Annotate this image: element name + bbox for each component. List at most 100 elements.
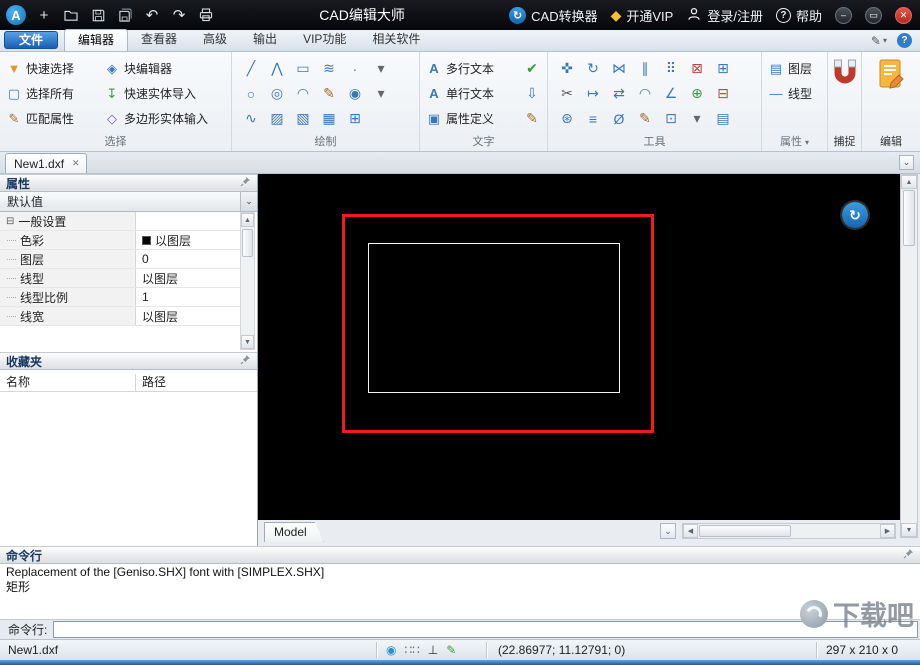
quick-select-button[interactable]: ▼ 快速选择 [6, 56, 100, 81]
tab-advanced[interactable]: 高级 [190, 29, 240, 51]
circle-icon[interactable]: ○ [238, 82, 264, 106]
print-button[interactable] [197, 6, 215, 24]
snap-button[interactable]: 捕捉 [828, 52, 862, 151]
attribute-edit-icon[interactable]: ✎ [521, 107, 543, 131]
snap-toggle[interactable]: ◉ [386, 643, 396, 657]
table-icon[interactable]: ⊞ [342, 107, 368, 131]
close-button[interactable]: ✕ [895, 6, 912, 24]
drawing-canvas[interactable]: ↻ [258, 174, 900, 520]
polyline-icon[interactable]: ⋀ [264, 57, 290, 81]
layers-button[interactable]: ▤ 图层 [768, 56, 823, 81]
pin-icon[interactable] [903, 548, 914, 562]
match-properties-button[interactable]: ✎ 匹配属性 [6, 106, 100, 131]
scroll-down-button[interactable]: ▼ [901, 523, 917, 537]
erase-icon[interactable]: ⊠ [684, 57, 710, 81]
redo-button[interactable]: ↷ [170, 6, 188, 24]
explode-icon[interactable]: ⊛ [554, 107, 580, 131]
quick-entity-import-button[interactable]: ↧ 快速实体导入 [104, 81, 208, 106]
trim-icon[interactable]: ✂ [554, 82, 580, 106]
join-icon[interactable]: ⊕ [684, 82, 710, 106]
circle-more-icon[interactable]: ▾ [368, 82, 394, 106]
open-vip-button[interactable]: ◆ 开通VIP [611, 6, 674, 25]
move-icon[interactable]: ✜ [554, 57, 580, 81]
tab-editor[interactable]: 编辑器 [64, 29, 129, 51]
help-button[interactable]: ? 帮助 [775, 6, 822, 25]
polyline-edit-icon[interactable]: ✎ [632, 107, 658, 131]
minimize-button[interactable]: – [835, 6, 852, 24]
tab-output[interactable]: 输出 [240, 29, 290, 51]
login-register-button[interactable]: 登录/注册 [686, 6, 763, 25]
ortho-toggle[interactable]: ⊥ [428, 643, 438, 657]
save-all-button[interactable] [116, 6, 134, 24]
donut-icon[interactable]: ◉ [342, 82, 368, 106]
tools-more-icon[interactable]: ▾ [684, 107, 710, 131]
copy-icon[interactable]: ⊞ [710, 57, 736, 81]
horizontal-scroll-thumb[interactable] [699, 525, 791, 537]
property-grid-scrollbar[interactable]: ▲ ▼ [240, 212, 255, 350]
point-icon[interactable]: ∙ [342, 57, 368, 81]
attribute-define-button[interactable]: ▣ 属性定义 [426, 110, 494, 127]
grid-toggle[interactable]: ∷∷ [404, 643, 419, 657]
edit-button[interactable]: 编辑 [862, 52, 920, 151]
layers-tool-icon[interactable]: ▤ [710, 107, 736, 131]
cad-converter-button[interactable]: ↻ CAD转换器 [509, 6, 598, 25]
general-settings-group[interactable]: ⊟ 一般设置 [0, 212, 136, 230]
tab-related-software[interactable]: 相关软件 [359, 29, 433, 51]
group-label-properties[interactable]: 属性 ▾ [762, 133, 827, 149]
document-tab[interactable]: New1.dxf ✕ [5, 153, 87, 173]
quick-customize-icon[interactable]: ✎ ▾ [871, 34, 887, 48]
spellcheck-icon[interactable]: ✔ [521, 57, 543, 81]
osnap-toggle[interactable]: ✎ [446, 643, 456, 657]
undo-button[interactable]: ↶ [143, 6, 161, 24]
rotate-icon[interactable]: ↻ [580, 57, 606, 81]
hatch-icon[interactable]: ▨ [264, 107, 290, 131]
chamfer-icon[interactable]: ∠ [658, 82, 684, 106]
multiline-icon[interactable]: ≋ [316, 57, 342, 81]
save-button[interactable] [89, 6, 107, 24]
favorites-path-column[interactable]: 路径 [136, 374, 166, 391]
scroll-up-button[interactable]: ▲ [901, 175, 917, 189]
model-tab[interactable]: Model [264, 522, 324, 542]
array-icon[interactable]: ⠿ [658, 57, 684, 81]
spline-icon[interactable]: ∿ [238, 107, 264, 131]
scroll-down-button[interactable]: ▼ [241, 335, 254, 349]
tab-list-chevron-icon[interactable]: ⌄ [899, 155, 914, 170]
fillet-icon[interactable]: ◠ [632, 82, 658, 106]
mirror-icon[interactable]: ⋈ [606, 57, 632, 81]
mtext-button[interactable]: A 多行文本 [426, 60, 494, 77]
rectangle-icon[interactable]: ▭ [290, 57, 316, 81]
canvas-horizontal-scrollbar[interactable]: ◀ ▶ [682, 523, 896, 539]
block-editor-button[interactable]: ◈ 块编辑器 [104, 56, 208, 81]
ellipse-icon[interactable]: ◎ [264, 82, 290, 106]
extend-icon[interactable]: ↦ [580, 82, 606, 106]
scale-icon[interactable]: ⊡ [658, 107, 684, 131]
text-style-icon[interactable]: ⇩ [521, 82, 543, 106]
collapse-icon[interactable]: ⊟ [6, 216, 14, 227]
boundary-icon[interactable]: ▦ [316, 107, 342, 131]
file-menu-button[interactable]: 文件 [4, 31, 58, 49]
color-value[interactable]: 以图层 [136, 231, 241, 249]
ribbon-help-icon[interactable]: ? [897, 33, 912, 48]
vertical-scroll-thumb[interactable] [903, 190, 915, 246]
command-input[interactable] [53, 621, 918, 638]
gradient-icon[interactable]: ▧ [290, 107, 316, 131]
lineweight-value[interactable]: 以图层 [136, 307, 241, 325]
tab-viewer[interactable]: 查看器 [128, 29, 190, 51]
open-file-button[interactable] [62, 6, 80, 24]
polygon-entity-input-button[interactable]: ◇ 多边形实体输入 [104, 106, 208, 131]
linetype-button[interactable]: ― 线型 [768, 81, 823, 106]
single-text-button[interactable]: A 单行文本 [426, 85, 494, 102]
arc-icon[interactable]: ◠ [290, 82, 316, 106]
tab-vip-features[interactable]: VIP功能 [290, 29, 359, 51]
sketch-icon[interactable]: ✎ [316, 82, 342, 106]
maximize-button[interactable]: ▭ [865, 6, 882, 24]
scroll-right-button[interactable]: ▶ [880, 524, 895, 538]
pin-icon[interactable] [240, 354, 251, 368]
chevron-down-icon[interactable]: ⌄ [240, 192, 257, 211]
favorites-name-column[interactable]: 名称 [0, 374, 136, 391]
pin-icon[interactable] [240, 176, 251, 190]
layout-scroll-button[interactable]: ⌄ [660, 523, 676, 539]
align-icon[interactable]: ≡ [580, 107, 606, 131]
canvas-vertical-scrollbar[interactable]: ▲ ▼ [900, 174, 918, 538]
layer-value[interactable]: 0 [136, 250, 241, 268]
